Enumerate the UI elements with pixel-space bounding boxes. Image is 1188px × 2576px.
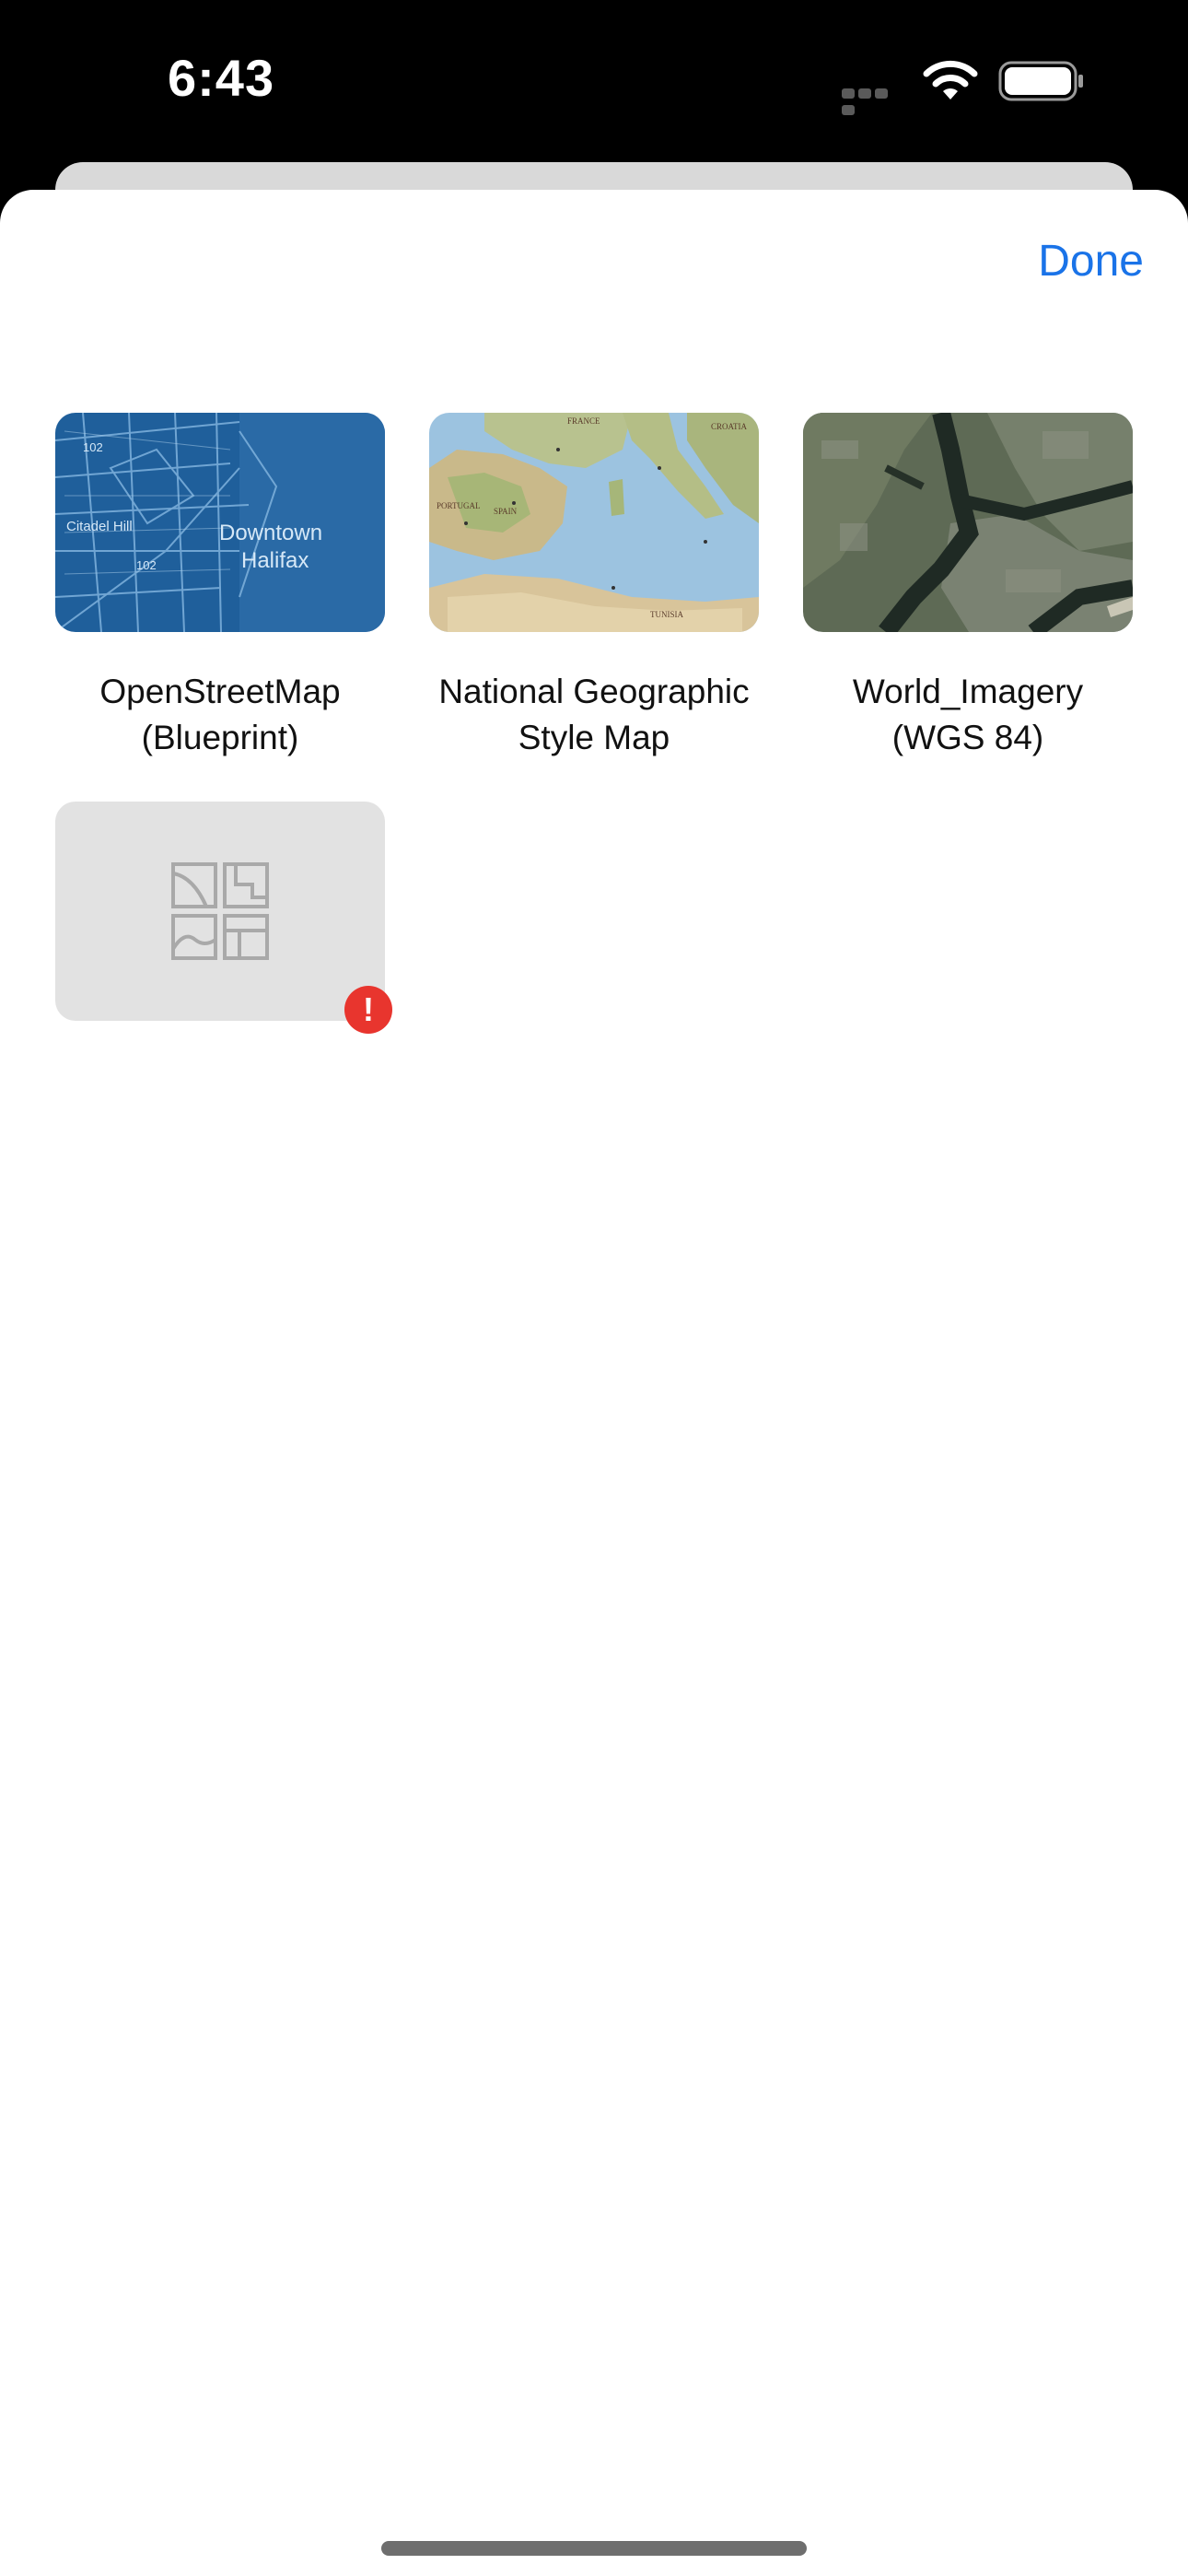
map-label: 102 (136, 558, 157, 572)
map-label: FRANCE (567, 416, 600, 426)
status-bar: 6:43 (0, 0, 1188, 166)
satellite-imagery-thumbnail (803, 413, 1133, 632)
basemap-title: OpenStreetMap (Blueprint) (99, 673, 341, 756)
placeholder-basemap-icon (171, 862, 269, 960)
home-indicator[interactable] (381, 2541, 807, 2556)
natgeo-map-thumbnail: FRANCE CROATIA SPAIN PORTUGAL TUNISIA (429, 413, 759, 632)
map-label: Halifax (241, 548, 309, 573)
placeholder-thumbnail (55, 802, 385, 1021)
map-label: TUNISIA (650, 610, 683, 619)
basemap-item-openstreetmap-blueprint[interactable]: Citadel Hill Downtown Halifax 102 102 Op… (55, 413, 385, 761)
map-label: SPAIN (494, 507, 518, 516)
cellular-signal-icon (842, 87, 906, 115)
basemap-title: World_Imagery (WGS 84) (852, 673, 1084, 756)
natgeo-map-image: FRANCE CROATIA SPAIN PORTUGAL TUNISIA (429, 413, 759, 632)
basemap-item-national-geographic[interactable]: FRANCE CROATIA SPAIN PORTUGAL TUNISIA Na… (429, 413, 759, 761)
map-label: 102 (83, 440, 103, 454)
basemap-item-world-imagery[interactable]: World_Imagery (WGS 84) (803, 413, 1133, 761)
basemap-gallery-sheet: Done Citadel Hill Downtown Halifax 102 1… (0, 190, 1188, 2576)
map-label: CROATIA (711, 422, 748, 431)
done-button[interactable]: Done (1038, 236, 1144, 287)
error-badge-icon: ! (344, 986, 392, 1034)
status-time: 6:43 (168, 49, 275, 107)
map-label: Citadel Hill (66, 519, 133, 534)
map-label: Downtown (219, 521, 322, 545)
satellite-imagery-image (803, 413, 1133, 632)
blueprint-map-thumbnail: Citadel Hill Downtown Halifax 102 102 (55, 413, 385, 632)
screen: 6:43 Done Citadel Hill Downtown Halifax … (0, 0, 1188, 2576)
basemap-item-unavailable[interactable] (55, 802, 385, 1021)
blueprint-map-image: Citadel Hill Downtown Halifax 102 102 (55, 413, 385, 632)
basemap-title: National Geographic Style Map (438, 673, 750, 756)
map-label: PORTUGAL (437, 501, 480, 510)
wifi-icon (923, 60, 978, 100)
battery-icon (998, 61, 1083, 101)
